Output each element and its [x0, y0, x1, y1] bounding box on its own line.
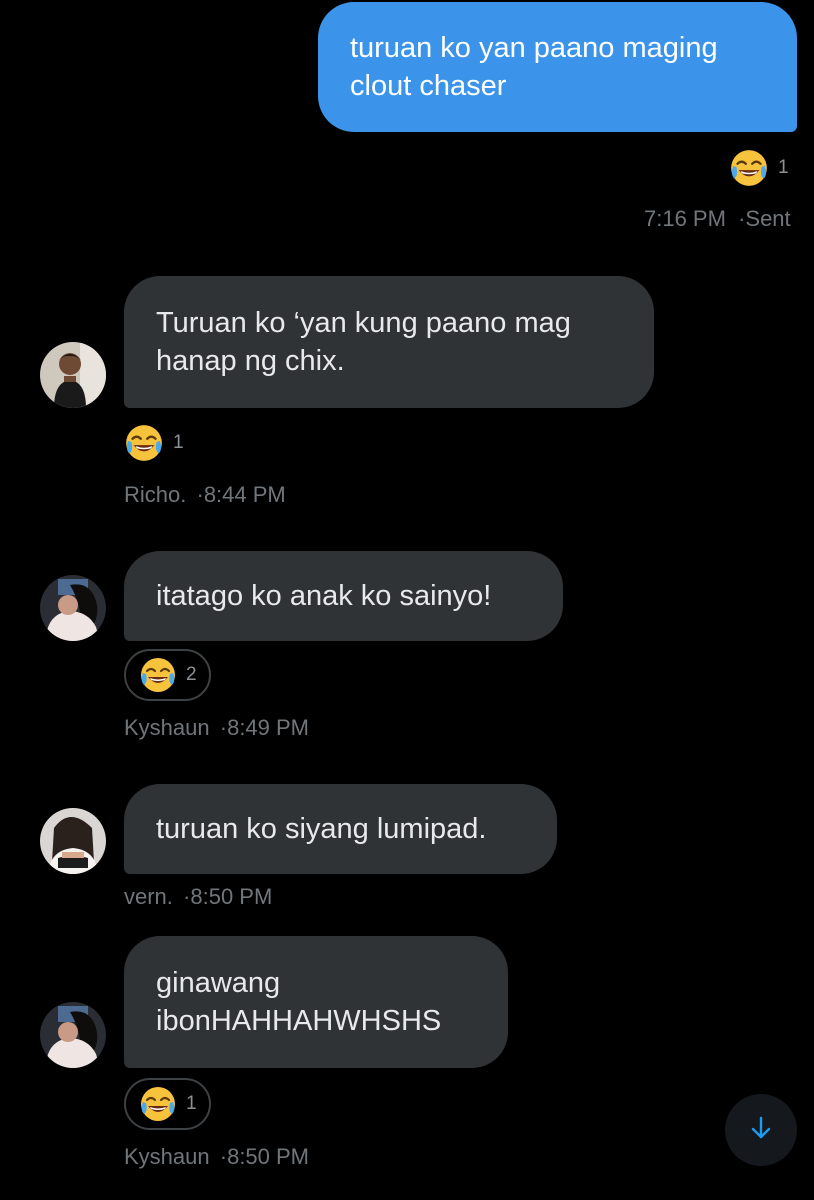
- message-time: 8:50 PM: [227, 1144, 310, 1169]
- message-meta: Kyshaun ·8:49 PM: [124, 715, 309, 741]
- meta-separator: ·: [219, 715, 228, 740]
- message-status: Sent: [745, 206, 791, 231]
- message-time: 7:16 PM: [644, 206, 726, 231]
- incoming-message-bubble[interactable]: turuan ko siyang lumipad.: [124, 784, 557, 874]
- incoming-message-bubble[interactable]: Turuan ko ‘yan kung paano mag hanap ng c…: [124, 276, 654, 408]
- message-text: Turuan ko ‘yan kung paano mag hanap ng c…: [156, 307, 571, 377]
- scroll-to-bottom-button[interactable]: [725, 1094, 797, 1166]
- face-with-tears-of-joy-icon: [123, 422, 165, 464]
- message-text: turuan ko yan paano maging clout chaser: [350, 32, 718, 102]
- message-text: ginawang ibonHAHHAHWHSHS: [156, 967, 442, 1037]
- message-meta: Richo. ·8:44 PM: [124, 482, 286, 508]
- message-time: 8:49 PM: [227, 715, 310, 740]
- outgoing-message-bubble[interactable]: turuan ko yan paano maging clout chaser: [318, 2, 797, 132]
- reaction-count: 2: [186, 664, 197, 685]
- reaction-chip[interactable]: 1: [124, 1078, 211, 1130]
- reaction-chip[interactable]: 1: [123, 422, 184, 464]
- message-meta: 7:16 PM ·Sent: [644, 206, 791, 232]
- reaction-chip[interactable]: 1: [728, 147, 789, 189]
- sender-name: vern.: [124, 884, 173, 909]
- avatar[interactable]: [40, 1002, 106, 1068]
- avatar[interactable]: [40, 808, 106, 874]
- message-text: itatago ko anak ko sainyo!: [156, 580, 492, 612]
- message-time: 8:44 PM: [203, 482, 286, 507]
- incoming-message-bubble[interactable]: ginawang ibonHAHHAHWHSHS: [124, 936, 508, 1068]
- reaction-count: 1: [778, 157, 789, 178]
- avatar[interactable]: [40, 575, 106, 641]
- arrow-down-icon: [748, 1115, 774, 1146]
- sender-name: Kyshaun: [124, 715, 210, 740]
- message-text: turuan ko siyang lumipad.: [156, 813, 487, 845]
- face-with-tears-of-joy-icon: [728, 147, 770, 189]
- message-meta: Kyshaun ·8:50 PM: [124, 1144, 309, 1170]
- face-with-tears-of-joy-icon: [138, 1084, 178, 1124]
- reaction-count: 1: [186, 1093, 197, 1114]
- meta-separator: ·: [219, 1144, 228, 1169]
- reaction-chip[interactable]: 2: [124, 649, 211, 701]
- meta-separator: ·: [196, 482, 204, 507]
- incoming-message-bubble[interactable]: itatago ko anak ko sainyo!: [124, 551, 563, 641]
- sender-name: Kyshaun: [124, 1144, 210, 1169]
- avatar[interactable]: [40, 342, 106, 408]
- face-with-tears-of-joy-icon: [138, 655, 178, 695]
- sender-name: Richo.: [124, 482, 187, 507]
- reaction-count: 1: [173, 432, 184, 453]
- message-meta: vern. ·8:50 PM: [124, 884, 272, 910]
- message-time: 8:50 PM: [190, 884, 273, 909]
